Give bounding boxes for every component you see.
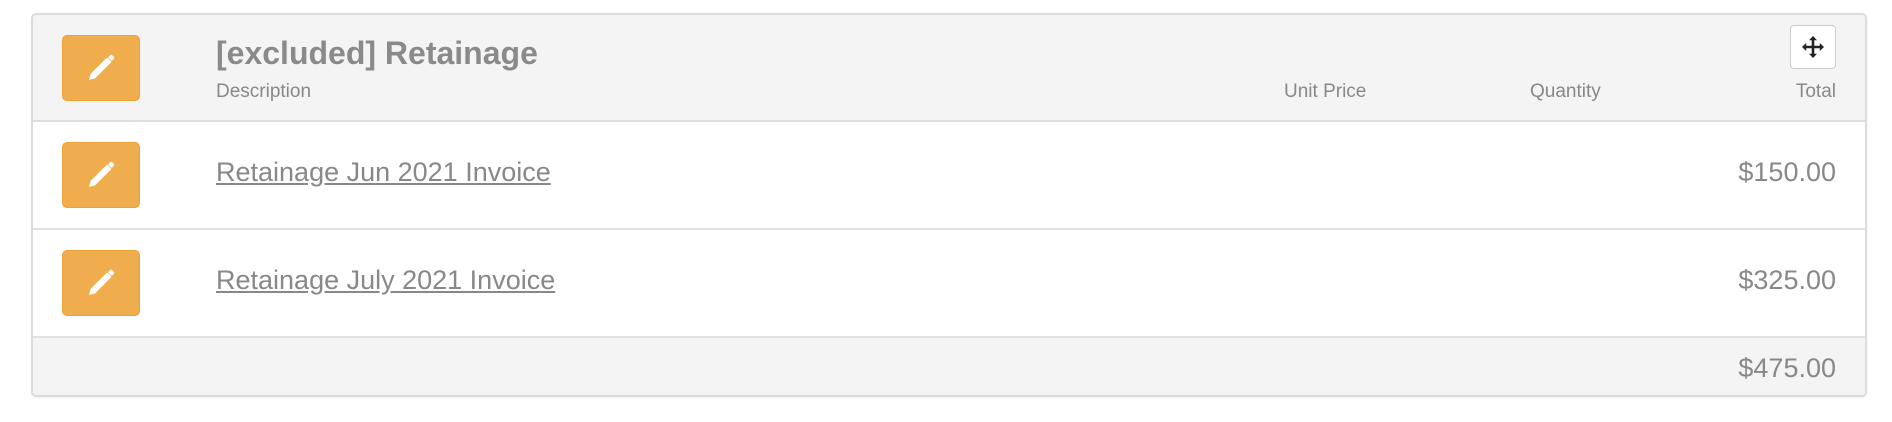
edit-section-button[interactable]	[62, 35, 140, 101]
section-title: [excluded] Retainage	[216, 35, 538, 71]
pencil-icon	[89, 54, 115, 80]
column-header-quantity: Quantity	[1530, 81, 1601, 102]
section-header: [excluded] Retainage Description Unit Pr…	[33, 15, 1865, 122]
column-header-description: Description	[216, 81, 312, 102]
column-header-total: Total	[1795, 81, 1836, 102]
move-section-button[interactable]	[1790, 25, 1836, 69]
retainage-section-panel: [excluded] Retainage Description Unit Pr…	[31, 13, 1867, 397]
section-footer: $475.00	[33, 338, 1865, 395]
section-grand-total: $475.00	[1738, 353, 1836, 383]
line-item-total: $325.00	[1738, 265, 1836, 295]
arrows-move-icon	[1802, 36, 1824, 58]
line-item-description-link[interactable]: Retainage July 2021 Invoice	[216, 265, 555, 296]
column-header-unit-price: Unit Price	[1284, 81, 1367, 102]
edit-item-button[interactable]	[62, 250, 140, 316]
pencil-icon	[89, 269, 115, 295]
line-item-row: Retainage July 2021 Invoice $325.00	[33, 230, 1865, 338]
line-item-row: Retainage Jun 2021 Invoice $150.00	[33, 122, 1865, 230]
line-item-total: $150.00	[1738, 157, 1836, 187]
line-item-description-link[interactable]: Retainage Jun 2021 Invoice	[216, 157, 551, 188]
pencil-icon	[89, 161, 115, 187]
edit-item-button[interactable]	[62, 142, 140, 208]
